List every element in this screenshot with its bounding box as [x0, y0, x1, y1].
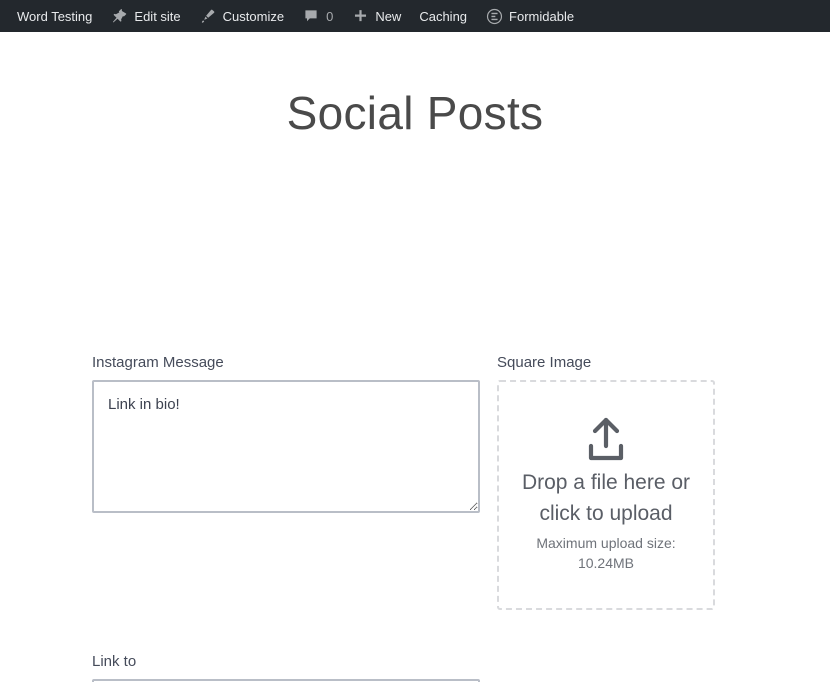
- admin-bar-site-name-label: Word Testing: [17, 8, 93, 24]
- admin-bar-item-customize[interactable]: Customize: [190, 0, 293, 32]
- admin-bar-comment-count: 0: [326, 8, 334, 24]
- square-image-dropzone[interactable]: Drop a file here or click to upload Maxi…: [497, 380, 715, 610]
- admin-bar-item-new[interactable]: New: [342, 0, 410, 32]
- dropzone-max-size: Maximum upload size: 10.24MB: [536, 535, 676, 572]
- admin-bar-formidable-label: Formidable: [509, 8, 575, 24]
- admin-bar-item-site-name[interactable]: Word Testing: [8, 0, 101, 32]
- field-instagram-message: Instagram Message: [92, 354, 480, 513]
- wp-admin-bar: Word Testing Edit site Customize 0 New C…: [0, 0, 830, 32]
- instagram-message-input[interactable]: [92, 380, 480, 513]
- formidable-icon: [485, 7, 503, 25]
- admin-bar-new-label: New: [375, 8, 402, 24]
- admin-bar-edit-site-label: Edit site: [134, 8, 181, 24]
- upload-icon: [580, 416, 632, 466]
- page-title: Social Posts: [286, 87, 544, 139]
- admin-bar-item-formidable[interactable]: Formidable: [476, 0, 583, 32]
- admin-bar-item-caching[interactable]: Caching: [410, 0, 476, 32]
- plus-icon: [351, 7, 369, 25]
- comment-icon: [302, 7, 320, 25]
- square-image-label: Square Image: [497, 354, 592, 371]
- page-body: Social Posts Instagram Message Square Im…: [0, 32, 830, 682]
- admin-bar-item-edit-site[interactable]: Edit site: [101, 0, 189, 32]
- dropzone-instruction: Drop a file here or click to upload: [521, 471, 691, 525]
- pushpin-icon: [110, 7, 128, 25]
- admin-bar-customize-label: Customize: [222, 8, 285, 24]
- field-square-image: Square Image Drop a file here or click t…: [497, 354, 715, 610]
- paintbrush-icon: [199, 7, 217, 25]
- instagram-message-label: Instagram Message: [92, 354, 224, 371]
- link-to-label: Link to: [92, 653, 137, 670]
- admin-bar-item-comments[interactable]: 0: [293, 0, 342, 32]
- admin-bar-caching-label: Caching: [419, 8, 468, 24]
- field-link-to: Link to: [92, 653, 480, 682]
